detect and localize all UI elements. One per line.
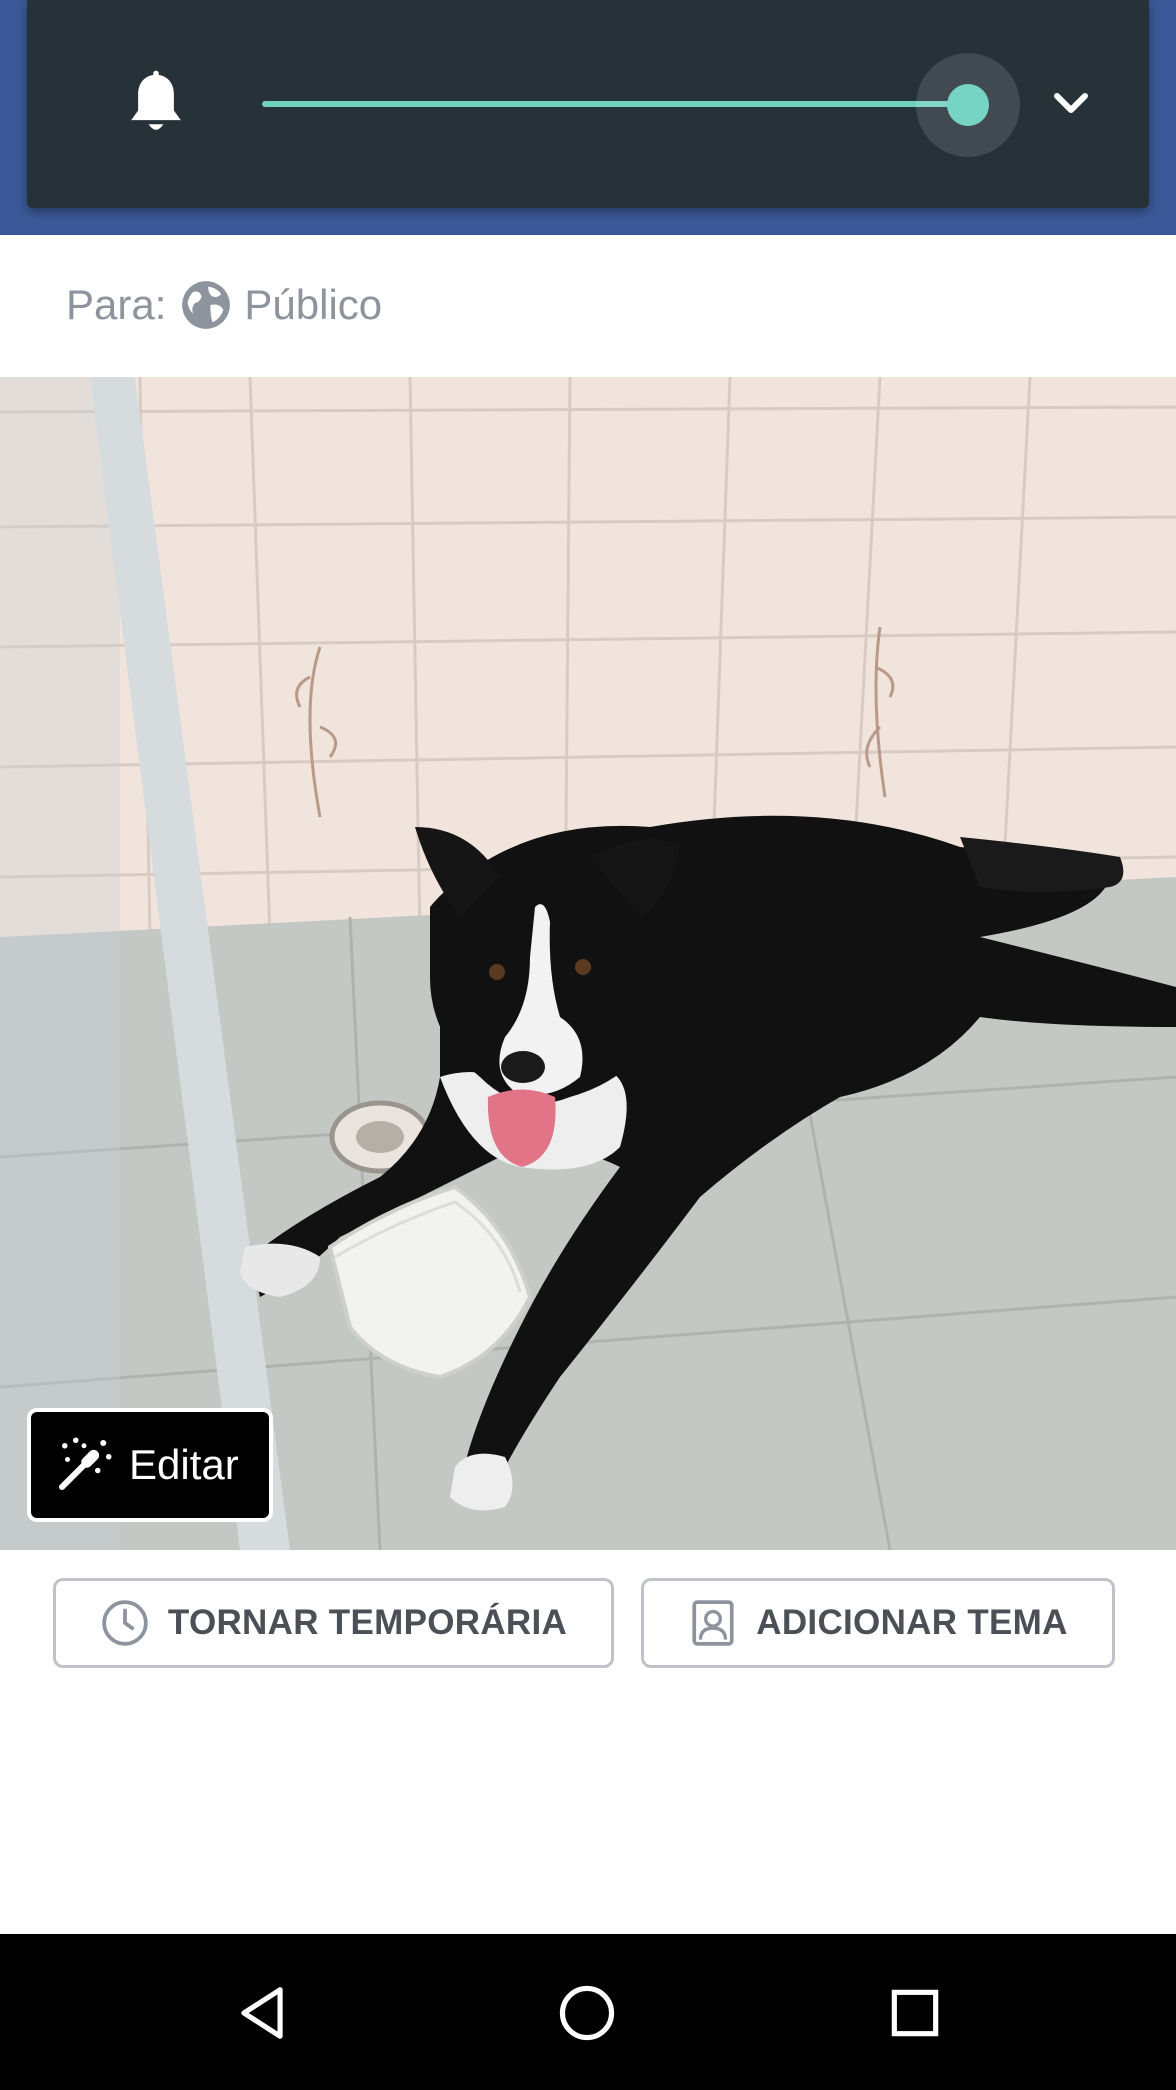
audience-selector[interactable]: Para: Público [0, 235, 1176, 375]
recents-icon[interactable] [884, 1982, 946, 2044]
edit-photo-label: Editar [129, 1441, 239, 1488]
add-theme-button[interactable]: ADICIONAR TEMA [641, 1578, 1115, 1668]
post-photo[interactable] [0, 377, 1176, 1550]
back-icon[interactable] [231, 1982, 293, 2044]
magic-wand-icon [58, 1437, 112, 1491]
volume-slider-track[interactable] [262, 101, 967, 107]
chevron-down-icon[interactable] [1051, 88, 1091, 120]
audience-value: Público [244, 281, 383, 328]
make-temporary-label: TORNAR TEMPORÁRIA [167, 1603, 568, 1642]
make-temporary-button[interactable]: TORNAR TEMPORÁRIA [53, 1578, 614, 1668]
volume-slider-thumb[interactable] [947, 84, 989, 126]
app-screen: Para: Público Editar TORNAR TEMPORÁRIA A… [0, 0, 1176, 2090]
edit-photo-button[interactable]: Editar [27, 1408, 273, 1522]
profile-frame-icon [692, 1600, 734, 1646]
home-icon[interactable] [556, 1982, 618, 2044]
dog-photo-image [0, 377, 1176, 1550]
volume-panel [27, 0, 1149, 208]
globe-icon [182, 281, 231, 329]
bell-icon[interactable] [123, 68, 189, 142]
clock-icon [102, 1600, 148, 1646]
system-navigation-bar [0, 1934, 1176, 2090]
add-theme-label: ADICIONAR TEMA [756, 1603, 1068, 1642]
audience-prefix: Para: [66, 281, 167, 328]
